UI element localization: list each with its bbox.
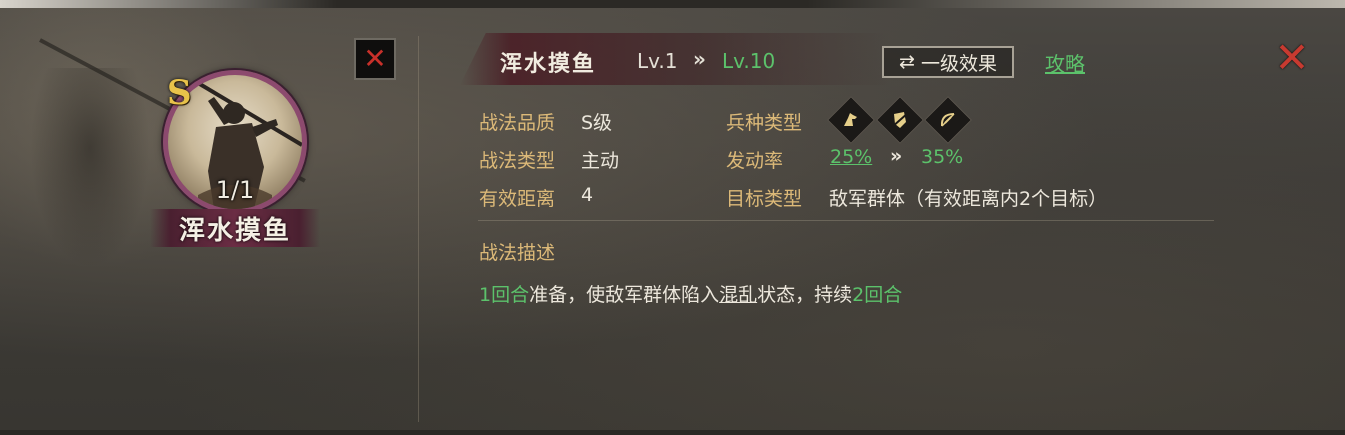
chaos-status-link[interactable]: 混乱 xyxy=(719,284,757,306)
troop-bow[interactable] xyxy=(923,95,973,145)
description-title: 战法描述 xyxy=(479,242,556,264)
description-text: 1回合准备，使敌军群体陷入混乱状态，持续2回合 xyxy=(479,280,902,307)
range-label: 有效距离 xyxy=(479,188,556,210)
desc-segment: 准备，使敌军群体陷入 xyxy=(529,284,720,306)
duration-turns: 2回合 xyxy=(852,284,903,306)
skill-type-label: 战法类型 xyxy=(479,150,556,172)
swap-icon: ⇄ xyxy=(899,51,915,73)
close-icon: ✕ xyxy=(363,42,387,75)
background-warrior xyxy=(30,68,150,268)
close-icon: ✕ xyxy=(1274,33,1310,82)
target-type-label: 目标类型 xyxy=(726,188,803,210)
bottom-edge xyxy=(0,430,1345,435)
troop-cavalry[interactable] xyxy=(826,95,876,145)
trigger-rate-current[interactable]: 25% xyxy=(830,146,872,168)
prep-turns: 1回合 xyxy=(479,284,530,306)
horizontal-divider xyxy=(478,220,1214,221)
quality-value: S级 xyxy=(581,112,613,134)
range-value: 4 xyxy=(581,184,594,206)
close-small-button[interactable]: ✕ xyxy=(354,38,396,80)
bow-icon xyxy=(940,113,955,127)
skill-count: 1/1 xyxy=(215,176,255,204)
skill-name-label: 浑水摸鱼 xyxy=(178,215,291,246)
level-arrow-icon: » xyxy=(693,47,706,71)
trigger-rate-label: 发动率 xyxy=(726,150,784,172)
shield-icon xyxy=(891,112,909,128)
cavalry-icon xyxy=(844,113,857,126)
desc-segment: 状态，持续 xyxy=(757,284,853,306)
target-type-value: 敌军群体（有效距离内2个目标） xyxy=(829,188,1108,210)
effect-button-label: 一级效果 xyxy=(920,52,997,75)
skill-card: ✕ S 1/1 浑水摸鱼 xyxy=(0,8,418,430)
troop-shield[interactable] xyxy=(875,95,925,145)
skill-type-value: 主动 xyxy=(581,150,620,172)
level-max: Lv.10 xyxy=(722,49,776,73)
close-button[interactable]: ✕ xyxy=(1272,37,1312,79)
rate-arrow-icon: » xyxy=(890,145,903,167)
level-effect-toggle-button[interactable]: ⇄ 一级效果 xyxy=(882,46,1014,78)
skill-title: 浑水摸鱼 xyxy=(500,51,597,77)
trigger-rate-max: 35% xyxy=(921,146,964,168)
level-current: Lv.1 xyxy=(637,49,678,73)
top-edge xyxy=(0,0,1345,8)
grade-badge: S xyxy=(167,73,192,113)
quality-label: 战法品质 xyxy=(479,112,556,134)
troop-type-label: 兵种类型 xyxy=(726,112,803,134)
strategy-link[interactable]: 攻略 xyxy=(1045,48,1085,77)
vertical-divider xyxy=(418,36,419,422)
skill-name-plate: 浑水摸鱼 xyxy=(150,209,320,247)
skill-detail-panel: ✕ S 1/1 浑水摸鱼 浑水摸鱼 Lv.1 » Lv.10 ⇄ 一级效果 攻略… xyxy=(0,8,1345,430)
